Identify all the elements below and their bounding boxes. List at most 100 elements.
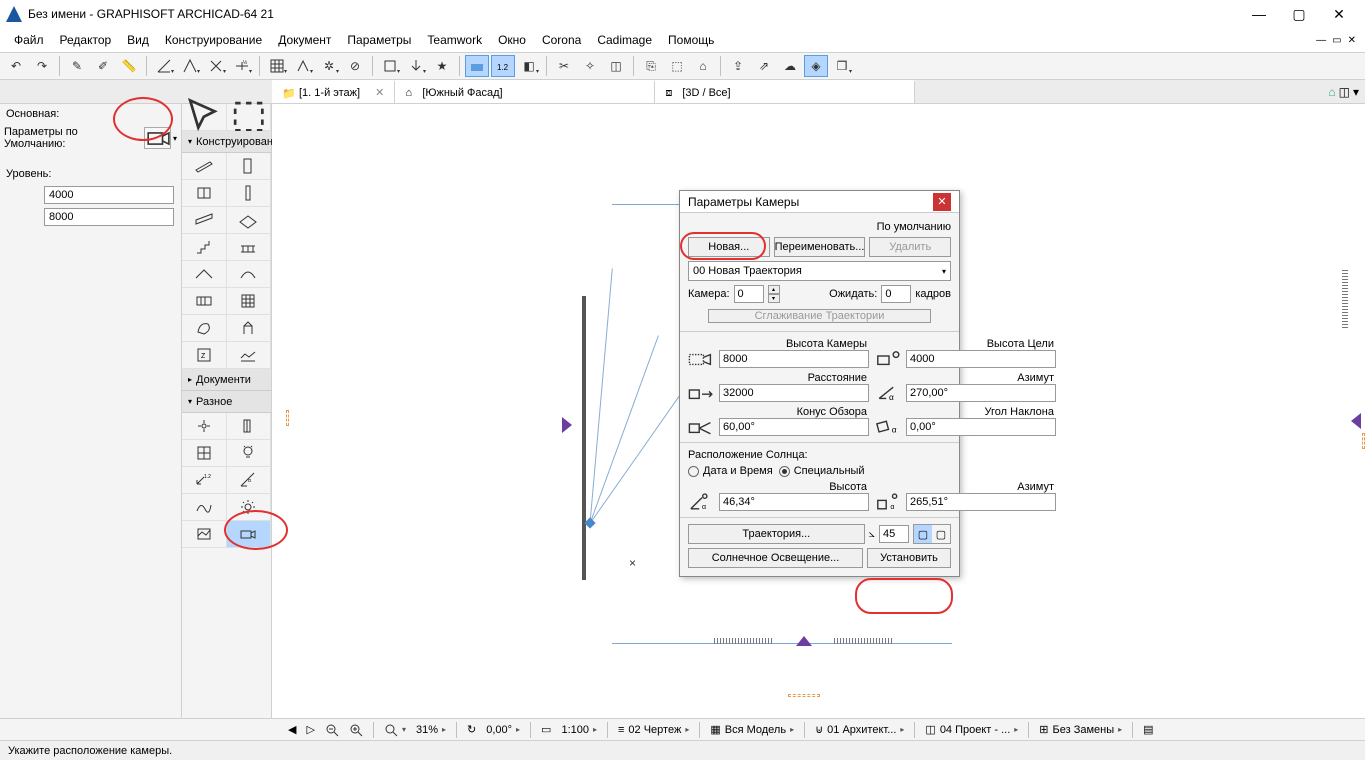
tilt-input[interactable] [906,418,1056,436]
camera-tool[interactable] [227,521,272,548]
show-beams-button[interactable]: 1.2 [491,55,515,77]
apply-button[interactable]: Установить [867,548,951,568]
documents-header[interactable]: ▸Документи [182,369,271,391]
image-button[interactable]: ⬚ [665,55,689,77]
column-tool[interactable] [227,180,272,207]
wait-input[interactable] [881,285,911,303]
grid-element-tool[interactable] [182,440,227,467]
scale-icon[interactable]: ▭ [541,723,551,736]
curtainwall-tool[interactable] [227,288,272,315]
show-fills-button[interactable] [465,55,489,77]
railing-tool[interactable] [227,234,272,261]
more-button[interactable]: ▤ [1143,723,1153,736]
trajectory-select[interactable]: 00 Новая Траектория▾ [688,261,951,281]
cam-height-input[interactable] [719,350,869,368]
level-input-1[interactable] [44,186,174,204]
door-tool[interactable] [227,153,272,180]
sun-tool[interactable] [227,494,272,521]
favorite-button[interactable]: ★ [430,55,454,77]
upload-button[interactable]: ⇪ [726,55,750,77]
zoom-in-button[interactable] [349,723,363,737]
model-view[interactable]: ▦ Вся Модель▸ [710,723,794,736]
default-params-button[interactable] [144,127,171,149]
half-snap-button[interactable]: ½▾ [230,55,254,77]
persp-icon[interactable]: ▾ [1353,85,1359,99]
object-tool[interactable] [227,315,272,342]
dropdown-arrow-icon[interactable]: ▾ [173,134,177,143]
menu-construct[interactable]: Конструирование [157,33,270,47]
sun-azimuth-input[interactable] [906,493,1056,511]
misc-header[interactable]: ▾Разное [182,391,271,413]
guide-line-button[interactable]: ✲▾ [317,55,341,77]
dimension-tool[interactable]: 1.2 [182,467,227,494]
bim-button[interactable]: ◈ [804,55,828,77]
graphic-override[interactable]: ◫ 04 Проект - ...▸ [925,723,1018,736]
angle-guide-button[interactable]: ▾ [152,55,176,77]
mini-minimize-icon[interactable]: — [1313,35,1329,46]
cloud-button[interactable]: ☁ [778,55,802,77]
tab-elevation[interactable]: ⌂ [Южный Фасад] [395,80,655,103]
window-tool[interactable] [182,180,227,207]
angle-input[interactable] [879,525,909,543]
rotate-button[interactable]: ↻ [467,723,476,736]
arrow-tool[interactable] [182,104,227,131]
skylight-tool[interactable] [182,288,227,315]
morph-tool[interactable] [182,315,227,342]
sheet-button[interactable]: ⎘ [639,55,663,77]
level-input-2[interactable] [44,208,174,226]
snap-guide-button[interactable]: ▾ [178,55,202,77]
section-tool[interactable] [227,413,272,440]
menu-window[interactable]: Окно [490,33,534,47]
tab-floor-plan[interactable]: 📁 [1. 1-й этаж] ✕ [272,80,395,103]
mesh-tool[interactable] [227,342,272,369]
nav-back-button[interactable]: ◀ [288,723,296,736]
menu-editor[interactable]: Редактор [52,33,120,47]
menu-corona[interactable]: Corona [534,33,589,47]
zoom-fit-button[interactable]: ▾ [384,723,406,737]
dialog-close-button[interactable]: ✕ [933,193,951,211]
roof-tool[interactable] [182,261,227,288]
camera-spinner[interactable]: ▴▾ [768,285,780,303]
gravity-button[interactable]: ▾ [404,55,428,77]
cone-input[interactable] [719,418,869,436]
menu-parameters[interactable]: Параметры [339,33,419,47]
menu-file[interactable]: Файл [6,33,52,47]
sunlight-button[interactable]: Солнечное Освещение... [688,548,863,568]
beam-tool[interactable] [182,207,227,234]
explode-button[interactable]: ✧ [578,55,602,77]
crop-button[interactable]: ✂ [552,55,576,77]
camera-input[interactable] [734,285,764,303]
menu-help[interactable]: Помощь [660,33,722,47]
3d-button[interactable]: ⌂ [691,55,715,77]
tab-close-icon[interactable]: ✕ [375,86,384,99]
cursor-snap-button[interactable]: ▾ [291,55,315,77]
spline-tool[interactable] [182,494,227,521]
zoom-out-button[interactable] [325,723,339,737]
grid-snap-button[interactable]: ▾ [378,55,402,77]
datetime-radio[interactable]: Дата и Время [688,465,773,477]
grid-button[interactable]: ▾ [265,55,289,77]
lamp-tool[interactable] [227,440,272,467]
marquee-tool[interactable] [227,104,272,131]
azimuth-input[interactable] [906,384,1056,402]
cube-button[interactable]: ❒▾ [830,55,854,77]
maximize-button[interactable]: ▢ [1279,0,1319,28]
display-mode-1[interactable]: ▢ [914,525,932,543]
slab-tool[interactable] [227,207,272,234]
redo-button[interactable]: ↷ [30,55,54,77]
stair-tool[interactable] [182,234,227,261]
ortho-icon[interactable]: ◫ [1339,85,1350,99]
menu-teamwork[interactable]: Teamwork [419,33,490,47]
share-button[interactable]: ⇗ [752,55,776,77]
house-icon-small[interactable]: ⌂ [1328,85,1335,99]
zone-tool[interactable]: Z [182,342,227,369]
rename-button[interactable]: Переименовать... [774,237,866,257]
trace-button[interactable]: ◧▾ [517,55,541,77]
layer-combo[interactable]: ≡ 02 Чертеж▸ [618,724,689,736]
undo-button[interactable]: ↶ [4,55,28,77]
group-button[interactable]: ◫ [604,55,628,77]
construct-header[interactable]: ▾Конструирование [182,131,271,153]
wall-tool[interactable] [182,153,227,180]
menu-view[interactable]: Вид [119,33,157,47]
close-button[interactable]: ✕ [1319,0,1359,28]
